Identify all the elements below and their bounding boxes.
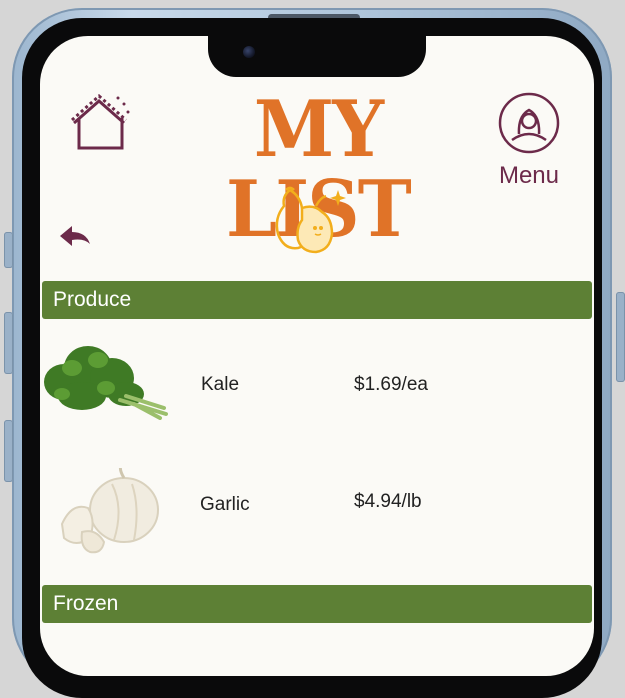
back-button[interactable] (56, 222, 96, 252)
undo-arrow-icon (60, 226, 90, 246)
item-price-garlic: $4.94/lb (354, 491, 422, 512)
power-button (616, 292, 625, 382)
app-screen: MY LIST Menu Produce (40, 36, 594, 676)
kale-image (44, 346, 168, 420)
mute-switch (4, 232, 13, 268)
item-name-kale: Kale (201, 374, 240, 395)
menu-button[interactable]: Menu (482, 92, 576, 196)
menu-label: Menu (498, 162, 560, 189)
pear-icon (275, 186, 346, 254)
home-icon (71, 93, 130, 150)
item-price-kale: $1.69/ea (354, 374, 428, 395)
volume-down-button (4, 420, 13, 482)
camera-icon (243, 46, 255, 58)
item-name-garlic: Garlic (200, 494, 250, 515)
section-header-produce: Produce (42, 281, 592, 319)
volume-up-button (4, 312, 13, 374)
section-header-frozen: Frozen (42, 585, 592, 623)
user-profile-icon (498, 92, 560, 154)
garlic-image (60, 468, 159, 554)
notch (208, 36, 426, 77)
home-button[interactable] (66, 90, 132, 154)
